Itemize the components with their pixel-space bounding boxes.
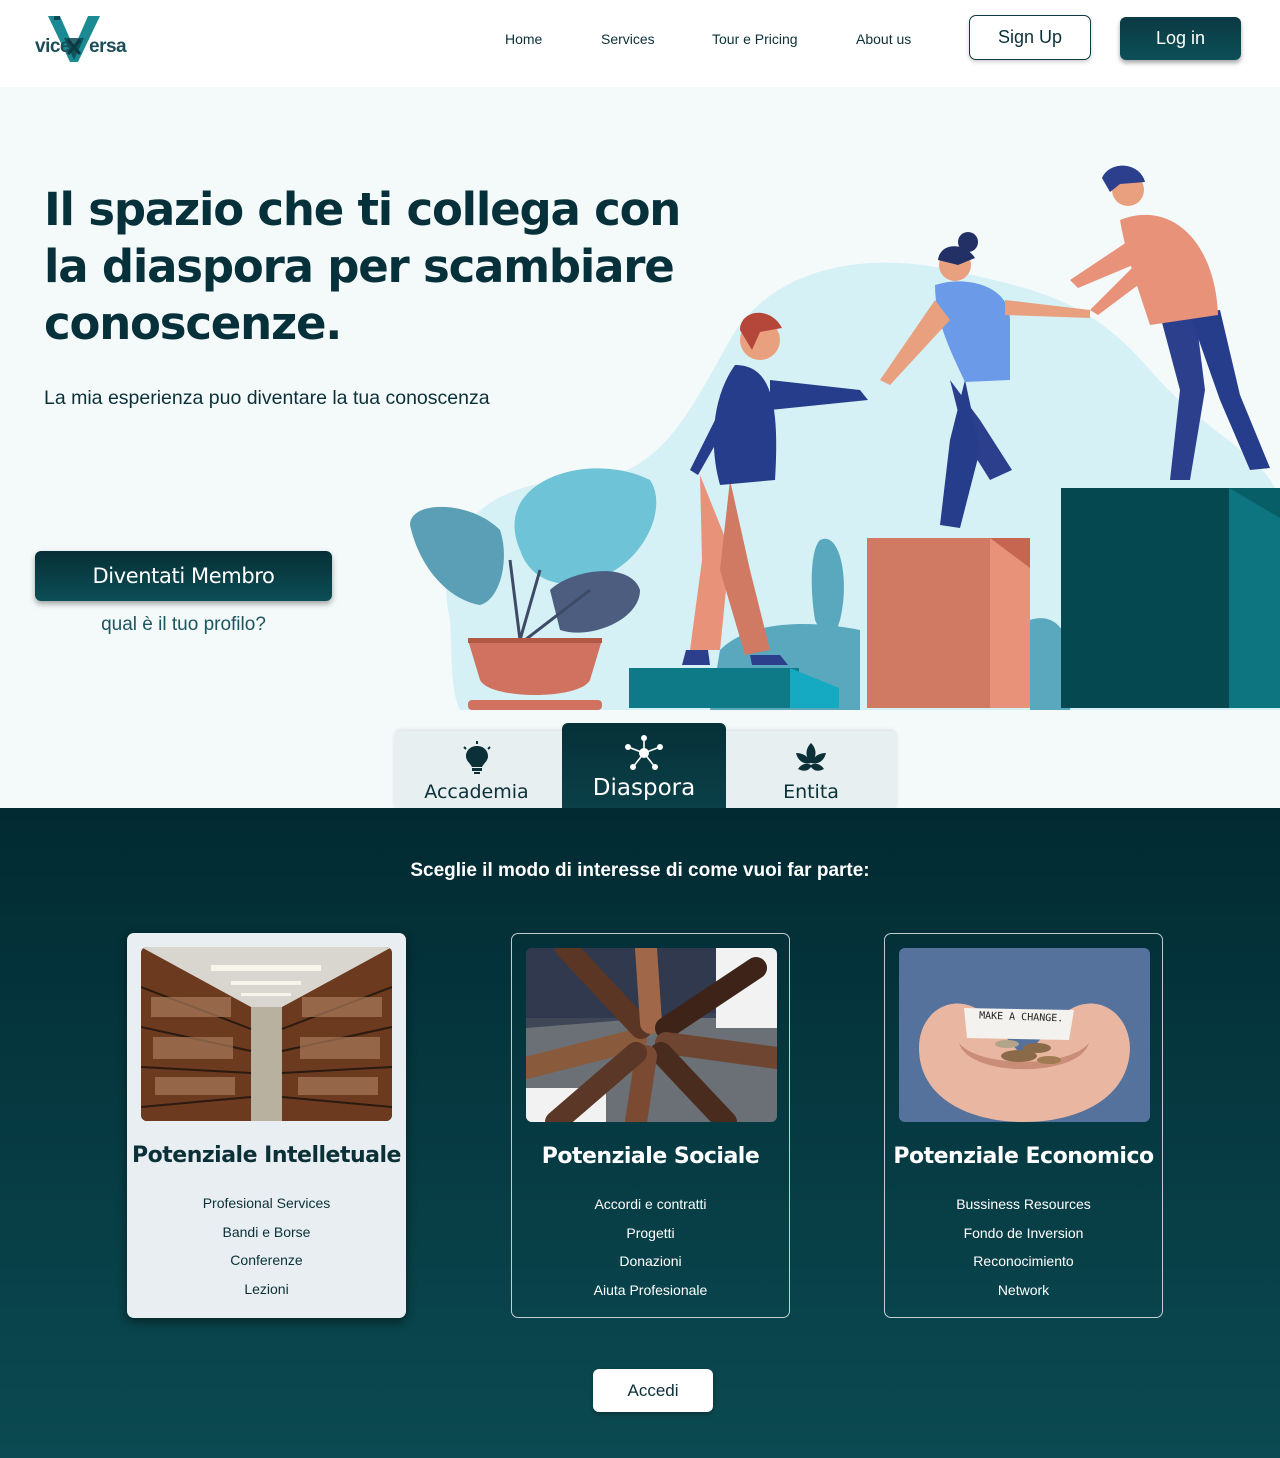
library-shelves-image (141, 947, 392, 1121)
card-item: Aiuta Profesionale (593, 1281, 708, 1298)
nav-tour-pricing-link[interactable]: Tour e Pricing (712, 31, 798, 47)
card-potenziale-sociale[interactable]: Potenziale Sociale Accordi e contratti P… (511, 933, 790, 1318)
card-title: Potenziale Economico (893, 1144, 1154, 1169)
hands-with-coins-image: MAKE A CHANGE. (899, 948, 1150, 1122)
top-navbar: vice ersa Home Services Tour e Pricing A… (0, 0, 1280, 87)
tab-diaspora[interactable]: Diaspora (562, 723, 726, 808)
logo-text-ersa: ersa (89, 36, 127, 57)
nav-about-link[interactable]: About us (856, 31, 911, 47)
card-item-list: Accordi e contratti Progetti Donazioni A… (512, 1194, 789, 1308)
become-member-button[interactable]: Diventati Membro (35, 551, 332, 601)
tab-label-accademia: Accademia (424, 781, 529, 803)
card-item: Progetti (626, 1224, 675, 1241)
profile-tabs: Accademia Diaspora Entita (395, 723, 896, 808)
card-title: Potenziale Intelletuale (132, 1143, 401, 1168)
card-item: Accordi e contratti (594, 1196, 707, 1212)
section-title: Sceglie il modo di interesse di come vuo… (410, 860, 870, 881)
card-item: Network (997, 1281, 1050, 1298)
sign-up-button[interactable]: Sign Up (969, 15, 1091, 60)
lightbulb-icon (462, 741, 491, 774)
card-item: Lezioni (244, 1280, 289, 1297)
tab-label-diaspora: Diaspora (592, 775, 696, 801)
logo-text-vice: vice (35, 36, 70, 57)
fist-bump-circle-image (526, 948, 777, 1122)
profile-question-link[interactable]: qual è il tuo profilo? (35, 614, 332, 636)
nav-home-link[interactable]: Home (505, 31, 542, 47)
tab-label-entita: Entita (783, 781, 839, 803)
card-title: Potenziale Sociale (541, 1144, 760, 1169)
nav-services-link[interactable]: Services (601, 31, 655, 47)
card-item: Profesional Services (202, 1195, 331, 1211)
accedi-button[interactable]: Accedi (593, 1369, 713, 1412)
leaf-icon (796, 743, 826, 771)
tab-entita[interactable]: Entita (726, 731, 896, 808)
card-item-list: Bussiness Resources Fondo de Inversion R… (885, 1194, 1162, 1308)
network-icon (625, 735, 663, 770)
card-item: Donazioni (619, 1253, 682, 1269)
card-item: Bandi e Borse (222, 1223, 311, 1240)
card-item: Fondo de Inversion (963, 1224, 1084, 1241)
log-in-button[interactable]: Log in (1120, 17, 1241, 60)
card-potenziale-intelletuale[interactable]: Potenziale Intelletuale Profesional Serv… (127, 933, 406, 1318)
card-item: Bussiness Resources (956, 1196, 1091, 1212)
card-potenziale-economico[interactable]: MAKE A CHANGE. Potenziale Economico Buss… (884, 933, 1163, 1318)
card-item-list: Profesional Services Bandi e Borse Confe… (127, 1193, 406, 1307)
interest-section: Sceglie il modo di interesse di come vuo… (0, 808, 1280, 1458)
card-item: Reconocimiento (973, 1253, 1074, 1269)
vice-versa-logo[interactable]: vice ersa (34, 14, 127, 66)
hero-illustration (410, 165, 1280, 710)
card-item: Conferenze (230, 1252, 303, 1268)
tab-accademia[interactable]: Accademia (395, 731, 558, 808)
